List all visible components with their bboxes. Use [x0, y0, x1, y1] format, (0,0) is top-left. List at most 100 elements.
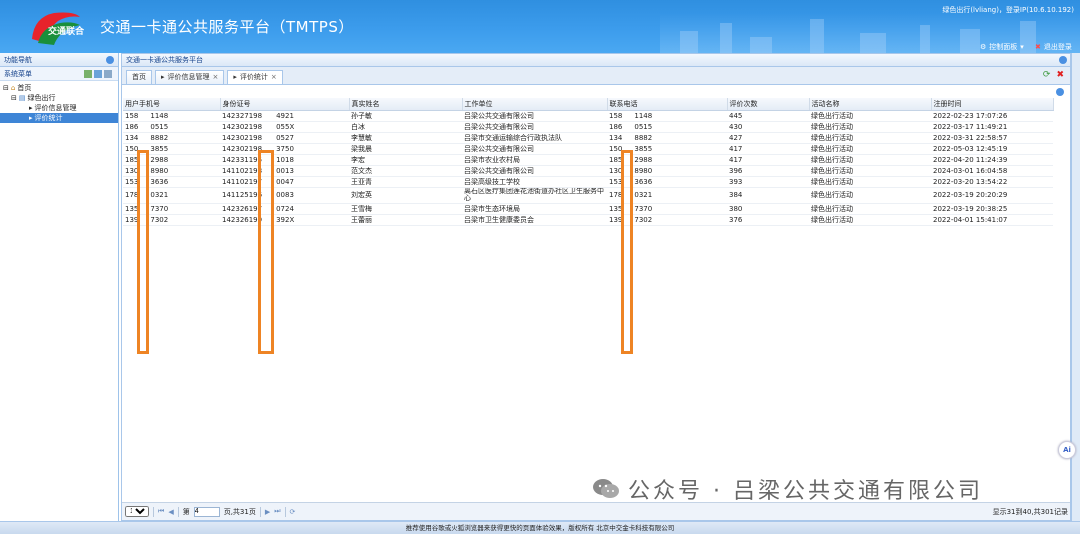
prev-page-icon[interactable]: ◀	[168, 508, 173, 516]
cell-text: 417	[729, 144, 743, 153]
cell-real-name: 王亚青	[349, 176, 462, 188]
cell-text: 0527	[276, 133, 294, 142]
cell-rating-count: 376	[727, 214, 809, 226]
tab-rating-stats[interactable]: ▸ 评价统计 ×	[227, 70, 283, 84]
separator	[284, 506, 286, 517]
tab-bar: 首页 ▸ 评价信息管理 × ▸ 评价统计 × ⟳ ✖	[121, 67, 1071, 84]
tab-home[interactable]: 首页	[126, 70, 152, 84]
tree-toggle-icon[interactable]: ⊟	[11, 93, 17, 103]
grid-collapse-icon[interactable]	[1056, 88, 1064, 96]
tab-label: 首页	[132, 73, 146, 81]
cell-phone: 134 8882	[123, 132, 220, 144]
cell-text: 3855	[634, 144, 653, 153]
column-header[interactable]: 工作单位	[462, 98, 608, 111]
control-panel-button[interactable]: ⚙ 控制面板 ▾	[980, 42, 1024, 52]
cell-register-time: 2022-04-01 15:41:07	[931, 214, 1053, 226]
expand-all-icon[interactable]	[84, 70, 92, 78]
cell-text: 刘宏英	[351, 191, 372, 199]
cell-activity-name: 绿色出行活动	[809, 110, 931, 122]
cell-text: 142326197	[222, 204, 263, 213]
cell-text: 186	[609, 122, 623, 131]
arrow-right-icon: ▸	[29, 114, 33, 122]
cell-text: 0321	[150, 191, 169, 199]
cell-work-unit: 吕梁公共交通有限公司	[462, 165, 607, 177]
cell-text: 梁我晨	[351, 144, 372, 153]
column-header[interactable]: 身份证号	[220, 98, 350, 111]
cell-text: 2022-04-20 11:24:39	[933, 155, 1008, 164]
caret-down-icon: ▾	[1020, 43, 1024, 51]
app-header: 交通联合 交通一卡通公共服务平台（TMTPS） 绿色出行(lvliang)，登录…	[0, 0, 1080, 53]
column-header[interactable]: 联系电话	[607, 98, 728, 111]
cell-text: 134	[609, 133, 623, 142]
cell-text: 417	[729, 155, 743, 164]
cell-text: 2022-02-23 17:07:26	[933, 111, 1008, 120]
cell-text: 3636	[150, 177, 169, 186]
wechat-icon	[593, 479, 619, 498]
next-page-icon[interactable]: ▶	[265, 508, 270, 516]
separator	[153, 506, 154, 517]
refresh-icon[interactable]: ⟳	[1043, 70, 1051, 80]
column-header[interactable]: 真实姓名	[349, 98, 463, 111]
tree-toggle-icon[interactable]: ⊟	[3, 83, 9, 93]
refresh-icon[interactable]: ⟳	[290, 508, 296, 516]
cell-work-unit: 吕梁市农业农村局	[462, 154, 607, 166]
cell-rating-count: 384	[727, 187, 809, 204]
cell-text: 376	[729, 215, 743, 224]
cell-work-unit: 吕梁公共交通有限公司	[462, 110, 607, 122]
ai-assistant-button[interactable]: Ai	[1058, 441, 1076, 459]
table-row[interactable]: 186 0515 142302198 055X 白冰 吕梁公共交通有限公司 186 0515 4…	[123, 121, 1053, 133]
cell-id-number: 141102198 0013	[220, 165, 349, 177]
cell-text: 王蕾丽	[351, 215, 372, 224]
cell-activity-name: 绿色出行活动	[809, 132, 931, 144]
last-page-icon[interactable]: ⏭	[274, 507, 280, 516]
grid-panel: 用户手机号 身份证号 真实姓名 工作单位 联系电话 评价次数 活动名称 注册时间…	[121, 84, 1071, 521]
column-header[interactable]: 评价次数	[727, 98, 810, 111]
cell-text: 3750	[276, 144, 294, 153]
cell-id-number: 142327198 4921	[220, 110, 349, 122]
menu-tool-icons	[84, 70, 112, 78]
collapse-icon[interactable]	[106, 56, 114, 64]
cell-text: 427	[729, 133, 743, 142]
cell-id-number: 142302198 055X	[220, 121, 349, 133]
arrow-right-icon: ▸	[233, 73, 237, 81]
table-row[interactable]: 158 1148 142327198 4921 孙子敏 吕梁公共交通有限公司 158 1148…	[123, 110, 1053, 122]
cell-id-number: 142331195 1018	[220, 154, 349, 166]
main-panel: 交通一卡通公共服务平台 首页 ▸ 评价信息管理 × ▸ 评价统计 × ⟳ ✖ 用…	[121, 53, 1071, 521]
cell-text: 384	[729, 191, 743, 199]
cell-text: 392X	[276, 215, 295, 224]
cell-text: 2024-03-01 16:04:58	[933, 166, 1008, 175]
cell-text: 2022-03-17 11:49:21	[933, 122, 1008, 131]
cell-register-time: 2022-02-23 17:07:26	[931, 110, 1053, 122]
cell-text: 3636	[634, 177, 653, 186]
tab-rating-info-mgmt[interactable]: ▸ 评价信息管理 ×	[155, 70, 225, 84]
tree-item-home[interactable]: ⊟ ⌂ 首页	[0, 83, 118, 93]
page-total: 页,共31页	[223, 507, 256, 516]
redaction-mask-phone	[137, 150, 149, 354]
tree-item-rating-info-mgmt[interactable]: ▸ 评价信息管理	[0, 103, 118, 113]
footer-text: 推荐使用谷歌或火狐浏览器来获得更快的页面体验效果，版权所有 北京中交金卡科技有限…	[405, 524, 675, 532]
first-page-icon[interactable]: ⏮	[158, 507, 164, 516]
cell-register-time: 2022-03-31 22:58:57	[931, 132, 1053, 144]
cell-text: 1018	[276, 155, 294, 164]
page-number-input[interactable]	[193, 506, 220, 517]
cell-register-time: 2022-03-19 20:38:25	[931, 203, 1053, 215]
refresh-menu-icon[interactable]	[104, 70, 112, 78]
page-size-select[interactable]: 10	[125, 506, 149, 517]
table-row[interactable]: 134 8882 142302198 0527 李慧敏 吕梁市交通运输综合行政执法队 134…	[123, 132, 1053, 144]
tree-item-rating-stats[interactable]: ▸ 评价统计	[0, 113, 118, 123]
cell-contact-phone: 158 1148	[607, 110, 727, 122]
column-header[interactable]: 注册时间	[931, 98, 1054, 111]
close-all-icon[interactable]: ✖	[1056, 70, 1064, 80]
cell-text: 142331195	[222, 155, 263, 164]
column-header[interactable]: 用户手机号	[123, 98, 221, 111]
cell-text: 141102198	[222, 166, 263, 175]
tree-item-green-travel[interactable]: ⊟ ▤ 绿色出行	[0, 93, 118, 103]
system-menu-title: 系统菜单	[4, 70, 32, 78]
close-icon[interactable]: ×	[213, 71, 219, 84]
cell-contact-phone: 134 8882	[607, 132, 727, 144]
column-header[interactable]: 活动名称	[809, 98, 932, 111]
logout-button[interactable]: ✖ 退出登录	[1035, 42, 1072, 52]
collapse-icon[interactable]	[1059, 56, 1067, 64]
collapse-all-icon[interactable]	[94, 70, 102, 78]
close-icon[interactable]: ×	[271, 71, 277, 84]
